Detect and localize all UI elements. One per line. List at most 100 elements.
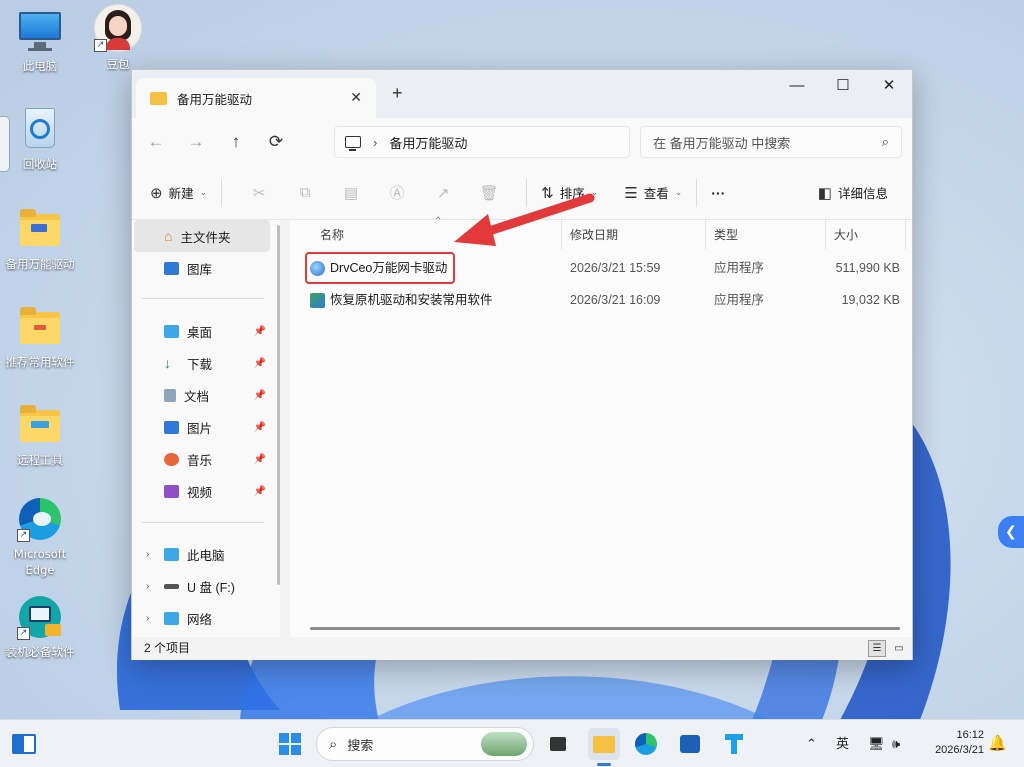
nav-item-pictures[interactable]: 图片 📌: [134, 411, 270, 443]
task-view-icon: [550, 737, 566, 751]
download-icon: ↓: [164, 355, 171, 371]
desktop-icon-label: 远程工具: [17, 453, 63, 467]
new-label: 新建: [168, 187, 194, 201]
clock[interactable]: 16:12 2026/3/21: [922, 728, 984, 758]
column-header-name[interactable]: 名称: [312, 220, 562, 250]
view-button[interactable]: ☰ 查看 ⌄: [624, 183, 682, 202]
nav-item-home[interactable]: ⌂ 主文件夹: [134, 220, 270, 252]
nav-item-label: 文档: [184, 389, 210, 404]
chevron-left-icon: ❮: [1005, 524, 1017, 540]
tray-overflow-icon[interactable]: ⌃: [806, 720, 817, 767]
address-bar[interactable]: › 备用万能驱动: [334, 126, 630, 158]
store-taskbar-button[interactable]: [674, 728, 706, 760]
column-header-modified[interactable]: 修改日期: [562, 220, 706, 250]
file-modified: 2026/3/21 16:09: [570, 293, 661, 307]
breadcrumb-separator: ›: [373, 134, 378, 150]
file-row[interactable]: 恢复原机驱动和安装常用软件 2026/3/21 16:09 应用程序 19,03…: [290, 285, 912, 315]
tab-backup-drivers[interactable]: 备用万能驱动 ✕: [136, 78, 376, 118]
active-indicator: [597, 763, 611, 766]
paste-icon[interactable]: ▤: [328, 184, 374, 202]
nav-item-downloads[interactable]: ↓ 下载 📌: [134, 347, 270, 379]
nav-item-usb-drive[interactable]: › U 盘 (F:): [134, 570, 270, 602]
cut-icon[interactable]: ✂: [236, 184, 282, 202]
desktop-icon-this-pc[interactable]: 此电脑: [0, 8, 80, 74]
widgets-button[interactable]: [8, 728, 40, 760]
nav-item-desktop[interactable]: 桌面 📌: [134, 315, 270, 347]
forward-button[interactable]: →: [180, 126, 212, 158]
network-status-icon[interactable]: 🖥: [868, 720, 885, 767]
search-input[interactable]: 在 备用万能驱动 中搜索 ⌕: [640, 126, 902, 158]
copy-icon[interactable]: ⧉: [282, 184, 328, 201]
widgets-icon: [12, 734, 36, 754]
new-tab-button[interactable]: +: [392, 83, 403, 104]
video-icon: [164, 484, 179, 498]
more-options-button[interactable]: ···: [711, 185, 725, 201]
nav-item-music[interactable]: 音乐 📌: [134, 443, 270, 475]
details-view-icon[interactable]: ☰: [868, 640, 886, 657]
desktop-icon-recycle-bin[interactable]: 回收站: [0, 106, 80, 172]
close-tab-button[interactable]: ✕: [350, 89, 362, 106]
delete-icon[interactable]: 🗑: [466, 184, 512, 202]
app-taskbar-button[interactable]: [718, 728, 750, 760]
nav-item-documents[interactable]: 文档 📌: [134, 379, 270, 411]
desktop-icon-recommended-software[interactable]: 推荐常用软件: [0, 304, 80, 370]
maximize-button[interactable]: ☐: [820, 70, 866, 104]
usb-drive-icon: [164, 583, 179, 589]
windows-logo-icon: [279, 733, 301, 755]
desktop-icon-remote-tools[interactable]: 远程工具: [0, 402, 80, 468]
tab-title: 备用万能驱动: [177, 92, 253, 107]
nav-item-network[interactable]: › 网络: [134, 602, 270, 634]
refresh-button[interactable]: ⟳: [260, 126, 292, 158]
sort-button[interactable]: ⇅ 排序 ⌄: [541, 183, 598, 202]
tiles-view-icon[interactable]: ▭: [890, 640, 908, 657]
nav-item-videos[interactable]: 视频 📌: [134, 475, 270, 507]
notification-bell-icon[interactable]: 🔔: [988, 720, 1007, 767]
details-button[interactable]: ◧ 详细信息: [818, 183, 888, 202]
share-icon[interactable]: ↗: [420, 184, 466, 202]
pane-scrollbar[interactable]: [277, 225, 280, 585]
side-panel-toggle[interactable]: ❮: [998, 516, 1024, 548]
rename-icon[interactable]: Ⓐ: [374, 182, 420, 203]
desktop-icon: [164, 324, 179, 338]
taskbar-search[interactable]: ⌕ 搜索: [316, 727, 534, 761]
chevron-right-icon[interactable]: ›: [146, 581, 149, 592]
chevron-right-icon[interactable]: ›: [146, 549, 149, 560]
volume-icon[interactable]: 🕪: [892, 720, 900, 767]
pin-icon: 📌: [253, 389, 266, 401]
close-window-button[interactable]: ✕: [866, 70, 912, 104]
home-icon: ⌂: [164, 228, 173, 244]
file-explorer-taskbar-button[interactable]: [588, 728, 620, 760]
clock-date: 2026/3/21: [935, 744, 984, 756]
horizontal-scrollbar[interactable]: [310, 627, 900, 630]
edge-taskbar-button[interactable]: [630, 728, 662, 760]
minimize-button[interactable]: —: [774, 70, 820, 104]
up-button[interactable]: ↑: [220, 126, 252, 158]
file-size: 19,032 KB: [841, 293, 900, 307]
monitor-icon: [17, 8, 63, 54]
start-button[interactable]: [274, 728, 306, 760]
nav-item-this-pc[interactable]: › 此电脑: [134, 538, 270, 570]
search-highlight-icon: [481, 732, 527, 756]
back-button[interactable]: ←: [140, 126, 172, 158]
column-header-size[interactable]: 大小: [826, 220, 906, 250]
desktop-icon-label: 推荐常用软件: [5, 355, 75, 369]
column-header-type[interactable]: 类型: [706, 220, 826, 250]
new-button[interactable]: ⊕ 新建 ⌄: [150, 183, 207, 202]
taskbar: ⌕ 搜索 ⌃ 英 🖥 🕪 16:12 2026/3/21 🔔: [0, 719, 1024, 767]
music-icon: [164, 452, 179, 466]
desktop-icon-doubao[interactable]: ↗ 豆包: [78, 4, 158, 72]
search-icon: ⌕: [881, 134, 889, 149]
desktop-icon-microsoft-edge[interactable]: ↗ Microsoft Edge: [0, 496, 80, 578]
nav-item-gallery[interactable]: 图库: [134, 252, 270, 284]
chevron-down-icon: ⌄: [199, 187, 208, 197]
details-label: 详细信息: [837, 187, 888, 201]
folder-icon: [17, 304, 63, 350]
desktop-icon-essential-software[interactable]: ↗ 装机必备软件: [0, 594, 80, 660]
recycle-bin-icon: [17, 106, 63, 152]
ime-indicator[interactable]: 英: [836, 720, 849, 767]
breadcrumb-folder[interactable]: 备用万能驱动: [389, 133, 467, 152]
file-type: 应用程序: [714, 261, 765, 275]
task-view-button[interactable]: [542, 728, 574, 760]
chevron-right-icon[interactable]: ›: [146, 613, 149, 624]
desktop-icon-backup-drivers[interactable]: 备用万能驱动: [0, 206, 80, 272]
